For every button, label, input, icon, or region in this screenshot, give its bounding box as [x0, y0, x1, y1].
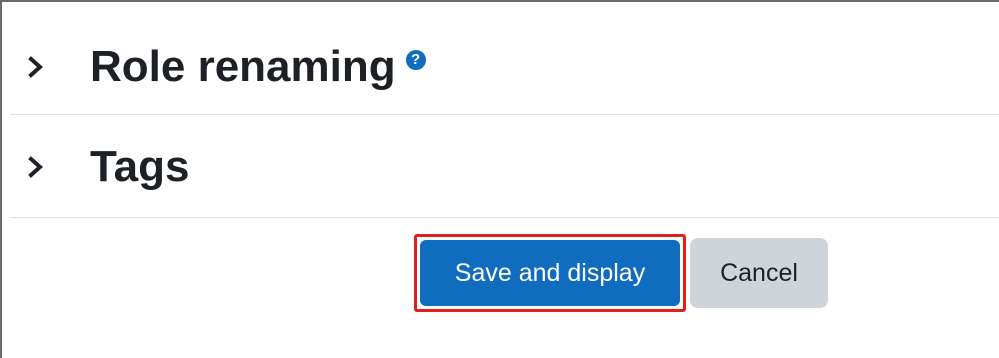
highlight-box: Save and display [414, 234, 686, 312]
form-actions: Save and display Cancel [414, 234, 828, 312]
section-role-renaming[interactable]: Role renaming ? [10, 19, 999, 115]
cancel-button[interactable]: Cancel [690, 238, 828, 308]
chevron-right-icon[interactable] [28, 155, 68, 178]
help-icon[interactable]: ? [405, 49, 426, 70]
section-title-role-renaming[interactable]: Role renaming [90, 44, 396, 89]
chevron-right-icon[interactable] [28, 55, 68, 78]
form-container: Role renaming ? Tags Save and display Ca… [0, 0, 999, 358]
save-and-display-button[interactable]: Save and display [420, 240, 680, 306]
section-tags[interactable]: Tags [10, 116, 999, 218]
section-title-tags[interactable]: Tags [90, 144, 189, 189]
